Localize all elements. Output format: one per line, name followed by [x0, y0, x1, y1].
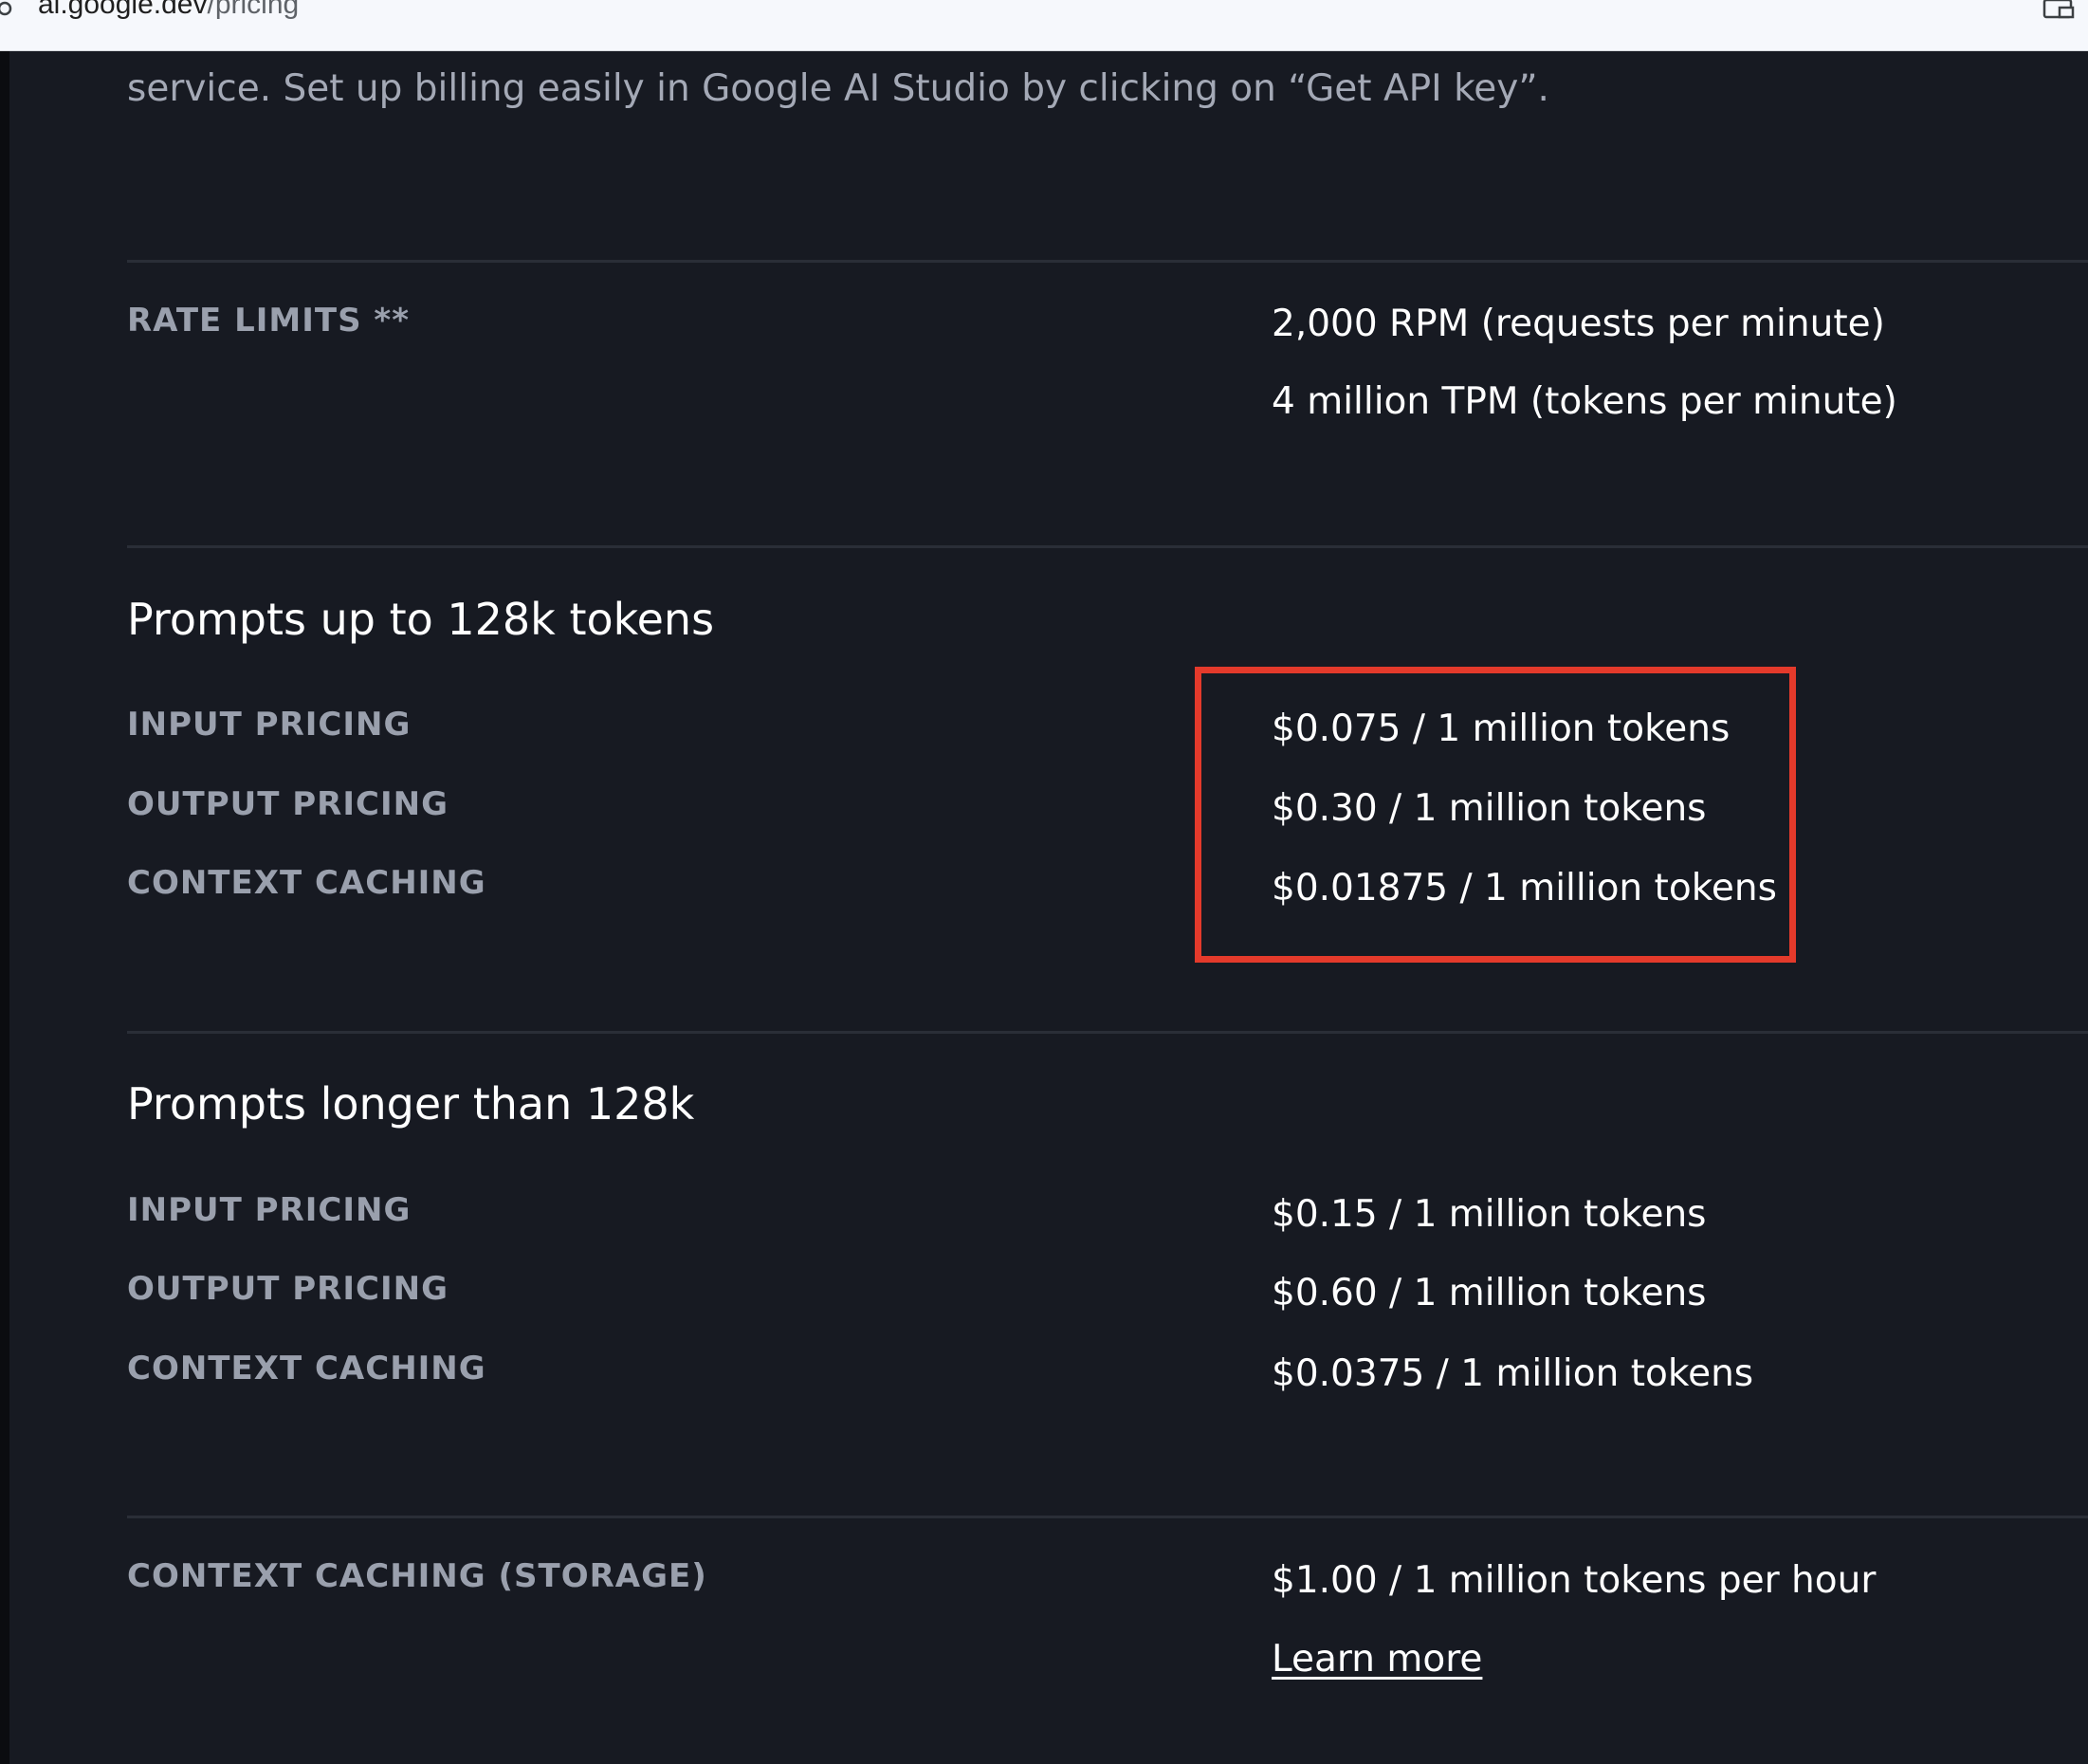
intro-text: service. Set up billing easily in Google… [127, 67, 1549, 110]
context-caching-storage-value: $1.00 / 1 million tokens per hour [1272, 1559, 1877, 1602]
section-title-long-prompts: Prompts longer than 128k [127, 1078, 695, 1130]
output-pricing-label: OUTPUT PRICING [127, 1270, 449, 1308]
output-pricing-value: $0.60 / 1 million tokens [1272, 1272, 1707, 1314]
highlight-annotation-box [1195, 667, 1796, 963]
learn-more-link[interactable]: Learn more [1272, 1638, 1482, 1681]
screen-cast-icon[interactable] [2041, 0, 2077, 21]
url-text[interactable]: ai.google.dev/pricing [38, 0, 299, 19]
rate-limit-tpm: 4 million TPM (tokens per minute) [1272, 380, 1897, 423]
divider [127, 1516, 2088, 1518]
divider [127, 260, 2088, 263]
context-caching-label: CONTEXT CACHING [127, 864, 486, 902]
left-edge-bar [0, 51, 9, 1764]
divider [127, 1031, 2088, 1034]
input-pricing-label: INPUT PRICING [127, 706, 412, 744]
input-pricing-label: INPUT PRICING [127, 1191, 412, 1229]
output-pricing-label: OUTPUT PRICING [127, 785, 449, 823]
context-caching-storage-label: CONTEXT CACHING (STORAGE) [127, 1557, 707, 1595]
url-host: ai.google.dev [38, 0, 208, 20]
context-caching-value: $0.0375 / 1 million tokens [1272, 1352, 1754, 1395]
divider [127, 545, 2088, 548]
rate-limit-rpm: 2,000 RPM (requests per minute) [1272, 303, 1885, 345]
context-caching-label: CONTEXT CACHING [127, 1350, 486, 1387]
input-pricing-value: $0.15 / 1 million tokens [1272, 1193, 1707, 1236]
site-info-icon[interactable] [0, 0, 13, 17]
browser-address-bar[interactable]: ai.google.dev/pricing [0, 0, 2088, 51]
rate-limits-label: RATE LIMITS ** [127, 302, 410, 340]
page: ai.google.dev/pricing service. Set up bi… [0, 0, 2088, 1764]
section-title-short-prompts: Prompts up to 128k tokens [127, 594, 715, 645]
url-path: /pricing [207, 0, 300, 20]
